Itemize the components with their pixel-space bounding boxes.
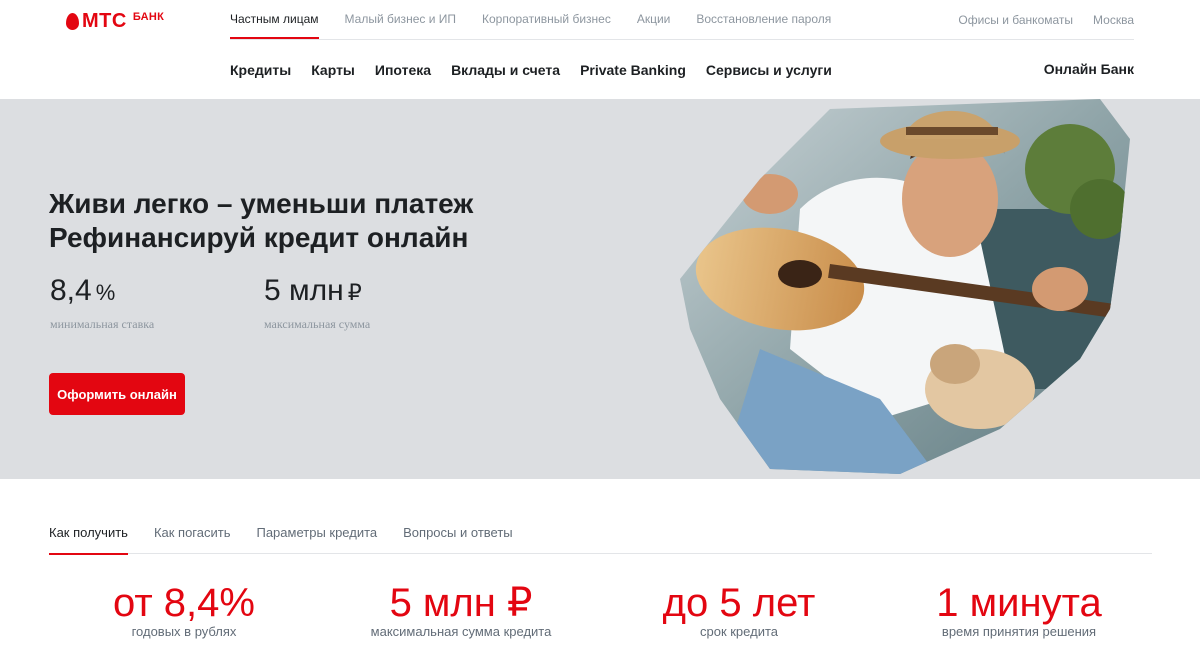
hero-title-line2: Рефинансируй кредит онлайн <box>49 222 469 253</box>
logo-brand: МТС <box>82 10 127 32</box>
feature-decision-label: время принятия решения <box>941 624 1097 639</box>
min-rate-value: 8,4 <box>50 274 92 307</box>
hero-title-line1: Живи легко – уменьши платеж <box>49 188 474 219</box>
tab-how-to-repay[interactable]: Как погасить <box>154 520 231 554</box>
feature-amount-label: максимальная сумма кредита <box>370 624 552 639</box>
offices-atms-link[interactable]: Офисы и банкоматы <box>958 13 1073 27</box>
nav-private-banking[interactable]: Private Banking <box>580 62 686 78</box>
segment-small-business[interactable]: Малый бизнес и ИП <box>345 0 456 39</box>
max-amount-label: максимальная сумма <box>264 317 371 331</box>
segment-corporate[interactable]: Корпоративный бизнес <box>482 0 611 39</box>
tab-faq[interactable]: Вопросы и ответы <box>403 520 512 554</box>
feature-amount: 5 млн ₽ максимальная сумма кредита <box>321 578 601 639</box>
feature-decision-value: 1 минута <box>936 581 1102 625</box>
feature-decision-time: 1 минута время принятия решения <box>879 578 1159 639</box>
tab-loan-params[interactable]: Параметры кредита <box>256 520 377 554</box>
nav-credits[interactable]: Кредиты <box>230 62 291 78</box>
feature-rate: от 8,4% годовых в рублях <box>44 578 324 639</box>
max-amount-value: 5 млн <box>264 274 344 307</box>
password-recovery-link[interactable]: Восстановление пароля <box>696 0 831 39</box>
feature-rate-label: годовых в рублях <box>131 624 237 639</box>
main-nav: Кредиты Карты Ипотека Вклады и счета Pri… <box>230 40 852 99</box>
city-selector[interactable]: Москва <box>1093 13 1134 27</box>
product-tabs: Как получить Как погасить Параметры кред… <box>49 520 1152 555</box>
apply-online-button[interactable]: Оформить онлайн <box>49 373 185 415</box>
hero-banner: Живи легко – уменьши платеж Рефинансируй… <box>0 99 1200 479</box>
min-rate-stat: 8,4% минимальная ставка <box>50 271 154 332</box>
max-amount-stat: 5 млн ₽ максимальная сумма <box>264 271 370 332</box>
site-header: МТС БАНК Частным лицам Малый бизнес и ИП… <box>0 0 1200 99</box>
max-amount-unit: ₽ <box>347 280 362 305</box>
nav-mortgage[interactable]: Ипотека <box>375 62 431 78</box>
top-right-links: Офисы и банкоматы Москва <box>938 0 1134 39</box>
logo-sub: БАНК <box>132 11 165 23</box>
min-rate-unit: % <box>95 280 116 305</box>
segment-promos[interactable]: Акции <box>637 0 671 39</box>
segment-nav: Частным лицам Малый бизнес и ИП Корпорат… <box>230 0 857 39</box>
mts-egg-icon <box>66 13 79 30</box>
feature-rate-value: от 8,4% <box>113 581 255 625</box>
hero-title: Живи легко – уменьши платеж Рефинансируй… <box>49 187 473 255</box>
loan-features: от 8,4% годовых в рублях 5 млн ₽ максима… <box>0 578 1200 664</box>
hero-photo-man-with-guitar <box>680 99 1130 474</box>
feature-term: до 5 лет срок кредита <box>599 578 879 639</box>
segment-private[interactable]: Частным лицам <box>230 0 319 39</box>
nav-deposits[interactable]: Вклады и счета <box>451 62 560 78</box>
tab-how-to-get[interactable]: Как получить <box>49 520 128 555</box>
min-rate-label: минимальная ставка <box>50 317 155 331</box>
nav-cards[interactable]: Карты <box>311 62 355 78</box>
nav-services[interactable]: Сервисы и услуги <box>706 62 832 78</box>
online-bank-link[interactable]: Онлайн Банк <box>1044 40 1134 99</box>
feature-term-label: срок кредита <box>699 624 778 639</box>
feature-term-value: до 5 лет <box>662 581 816 625</box>
feature-amount-value: 5 млн ₽ <box>389 581 533 625</box>
mts-bank-logo[interactable]: МТС БАНК <box>66 10 164 32</box>
